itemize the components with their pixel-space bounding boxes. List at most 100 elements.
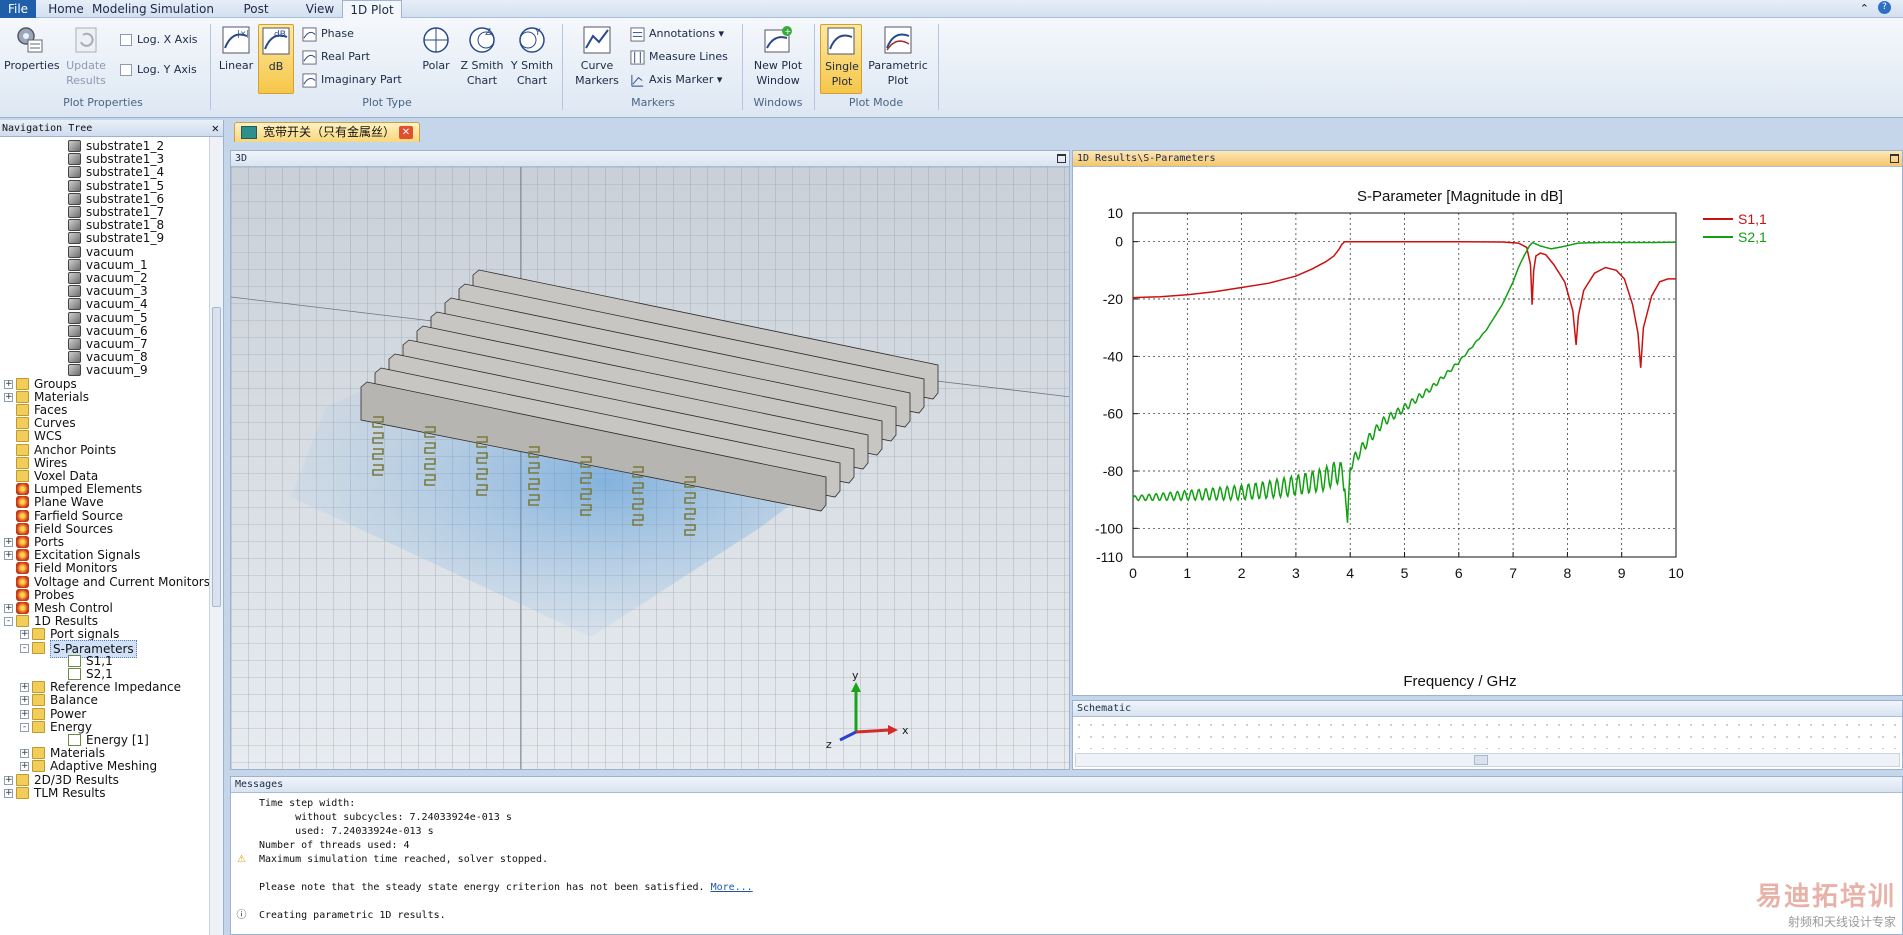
parametric-plot-label: Parametric Plot bbox=[868, 59, 928, 87]
schematic-view[interactable]: Schematic bbox=[1072, 700, 1903, 770]
db-label: dB bbox=[268, 60, 284, 73]
expand-icon[interactable]: + bbox=[4, 788, 13, 798]
expand-icon[interactable]: + bbox=[4, 392, 13, 402]
document-tab[interactable]: 宽带开关（只有金属丝） ✕ bbox=[234, 122, 420, 142]
collapse-icon[interactable]: - bbox=[4, 617, 13, 627]
help-icon[interactable]: ⌃ bbox=[1860, 2, 1869, 15]
svg-text:+: + bbox=[785, 27, 792, 36]
properties-button[interactable]: Properties bbox=[4, 24, 60, 73]
expand-icon[interactable]: + bbox=[4, 538, 13, 547]
axis-marker-button[interactable]: Axis Marker ▾ bbox=[630, 72, 722, 90]
y-smith-chart-button[interactable]: Y Y Smith Chart bbox=[508, 24, 556, 88]
expand-icon[interactable]: + bbox=[20, 709, 29, 719]
help-button-icon[interactable]: ? bbox=[1878, 1, 1891, 14]
menu-view[interactable]: View bbox=[302, 0, 338, 18]
expand-icon[interactable]: + bbox=[20, 749, 29, 759]
update-results-button[interactable]: Update Results bbox=[60, 24, 112, 88]
folder-icon bbox=[16, 390, 29, 403]
source-icon bbox=[16, 483, 29, 496]
message-line: Number of threads used: 4 bbox=[259, 839, 410, 852]
real-part-icon bbox=[302, 49, 317, 65]
expand-icon[interactable]: + bbox=[4, 379, 13, 389]
y-tick-label: 0 bbox=[1115, 234, 1123, 250]
source-icon bbox=[16, 602, 29, 614]
view-3d[interactable]: 3D y x z bbox=[230, 150, 1070, 770]
phase-label: Phase bbox=[321, 27, 354, 40]
x-tick-label: 4 bbox=[1346, 565, 1354, 581]
menu-home[interactable]: Home bbox=[44, 0, 88, 18]
menu-modeling[interactable]: Modeling bbox=[92, 0, 147, 18]
y-tick-label: -60 bbox=[1103, 406, 1123, 422]
menu-1d-plot[interactable]: 1D Plot bbox=[342, 0, 402, 19]
linear-button[interactable]: |×| Linear bbox=[216, 24, 256, 73]
measure-lines-button[interactable]: Measure Lines bbox=[630, 49, 728, 67]
annotations-button[interactable]: Annotations ▾ bbox=[630, 26, 724, 44]
log-y-label: Log. Y Axis bbox=[137, 63, 197, 76]
document-tab-label: 宽带开关（只有金属丝） bbox=[263, 125, 396, 139]
watermark: 易迪拓培训 射频和天线设计专家 bbox=[1756, 876, 1896, 930]
phase-icon bbox=[302, 26, 317, 42]
3d-scene: y x z bbox=[231, 167, 1069, 769]
linear-icon: |×| bbox=[222, 26, 250, 54]
folder-icon bbox=[32, 641, 45, 654]
new-plot-window-button[interactable]: + New Plot Window bbox=[748, 24, 808, 88]
x-tick-label: 3 bbox=[1292, 565, 1300, 581]
axis-marker-icon bbox=[631, 74, 644, 87]
expand-icon[interactable]: + bbox=[20, 696, 29, 706]
maximize-icon[interactable] bbox=[1890, 154, 1899, 163]
navigation-scrollbar[interactable] bbox=[209, 137, 223, 935]
folder-icon bbox=[32, 720, 45, 733]
z-smith-chart-button[interactable]: Z Z Smith Chart bbox=[458, 24, 506, 88]
group-plot-mode: Plot Mode bbox=[848, 96, 904, 109]
close-icon[interactable]: ✕ bbox=[399, 126, 413, 139]
expand-icon[interactable]: + bbox=[20, 630, 29, 640]
close-icon[interactable]: ✕ bbox=[212, 120, 219, 137]
expand-icon[interactable]: + bbox=[4, 551, 13, 561]
s-parameter-chart[interactable]: S-Parameter [Magnitude in dB] 0 1 2 3 4 5 6 7 8 9… bbox=[1073, 167, 1902, 695]
menu-post-processing[interactable]: Post Processing bbox=[214, 0, 298, 34]
solid-object-icon bbox=[68, 166, 81, 179]
view-1d-title: 1D Results\S-Parameters bbox=[1073, 151, 1902, 167]
expand-icon[interactable]: + bbox=[4, 604, 13, 613]
folder-icon bbox=[16, 786, 29, 799]
scrollbar-thumb[interactable] bbox=[212, 307, 221, 607]
phase-button[interactable]: Phase bbox=[302, 26, 354, 44]
menu-file[interactable]: File bbox=[0, 0, 36, 18]
polar-button[interactable]: Polar bbox=[416, 24, 456, 73]
collapse-icon[interactable]: - bbox=[20, 643, 29, 653]
solid-object-icon bbox=[68, 285, 81, 298]
real-part-button[interactable]: Real Part bbox=[302, 49, 370, 67]
view-1d-results[interactable]: 1D Results\S-Parameters S-Parameter [Mag… bbox=[1072, 150, 1903, 696]
log-y-checkbox-icon bbox=[120, 64, 132, 76]
z-smith-label: Z Smith Chart bbox=[460, 59, 504, 87]
message-text: without subcycles: 7.24033924e-013 s bbox=[259, 812, 512, 823]
tree-item-label: TLM Results bbox=[34, 785, 106, 800]
log-x-axis-checkbox[interactable]: Log. X Axis bbox=[120, 32, 198, 50]
expand-icon[interactable]: + bbox=[20, 762, 29, 772]
y-tick-label: -80 bbox=[1103, 463, 1123, 479]
more-link[interactable]: More... bbox=[711, 882, 753, 893]
imaginary-part-button[interactable]: Imaginary Part bbox=[302, 72, 402, 90]
folder-icon bbox=[16, 430, 29, 443]
expand-icon[interactable]: + bbox=[4, 775, 13, 785]
solid-object-icon bbox=[68, 272, 81, 284]
y-tick-label: -100 bbox=[1095, 520, 1123, 536]
schematic-canvas[interactable] bbox=[1073, 719, 1902, 749]
folder-icon bbox=[16, 773, 29, 786]
maximize-icon[interactable] bbox=[1057, 154, 1066, 163]
tree-item[interactable]: + TLM Results bbox=[0, 785, 208, 801]
expand-icon[interactable]: + bbox=[20, 683, 29, 693]
y-smith-chart-icon: Y bbox=[519, 27, 545, 53]
single-plot-button[interactable]: Single Plot bbox=[820, 24, 862, 94]
menu-simulation[interactable]: Simulation bbox=[150, 0, 214, 18]
message-line: Maximum simulation time reached, solver … bbox=[259, 853, 548, 866]
solid-object-icon bbox=[68, 298, 81, 311]
scrollbar-thumb[interactable] bbox=[1474, 755, 1488, 765]
log-y-axis-checkbox[interactable]: Log. Y Axis bbox=[120, 62, 197, 80]
schematic-title-text: Schematic bbox=[1077, 703, 1132, 714]
curve-markers-button[interactable]: Curve Markers bbox=[570, 24, 624, 88]
parametric-plot-button[interactable]: Parametric Plot bbox=[866, 24, 930, 88]
db-button[interactable]: dB dB bbox=[258, 24, 294, 94]
collapse-icon[interactable]: - bbox=[20, 722, 29, 732]
schematic-scrollbar[interactable] bbox=[1075, 753, 1900, 767]
